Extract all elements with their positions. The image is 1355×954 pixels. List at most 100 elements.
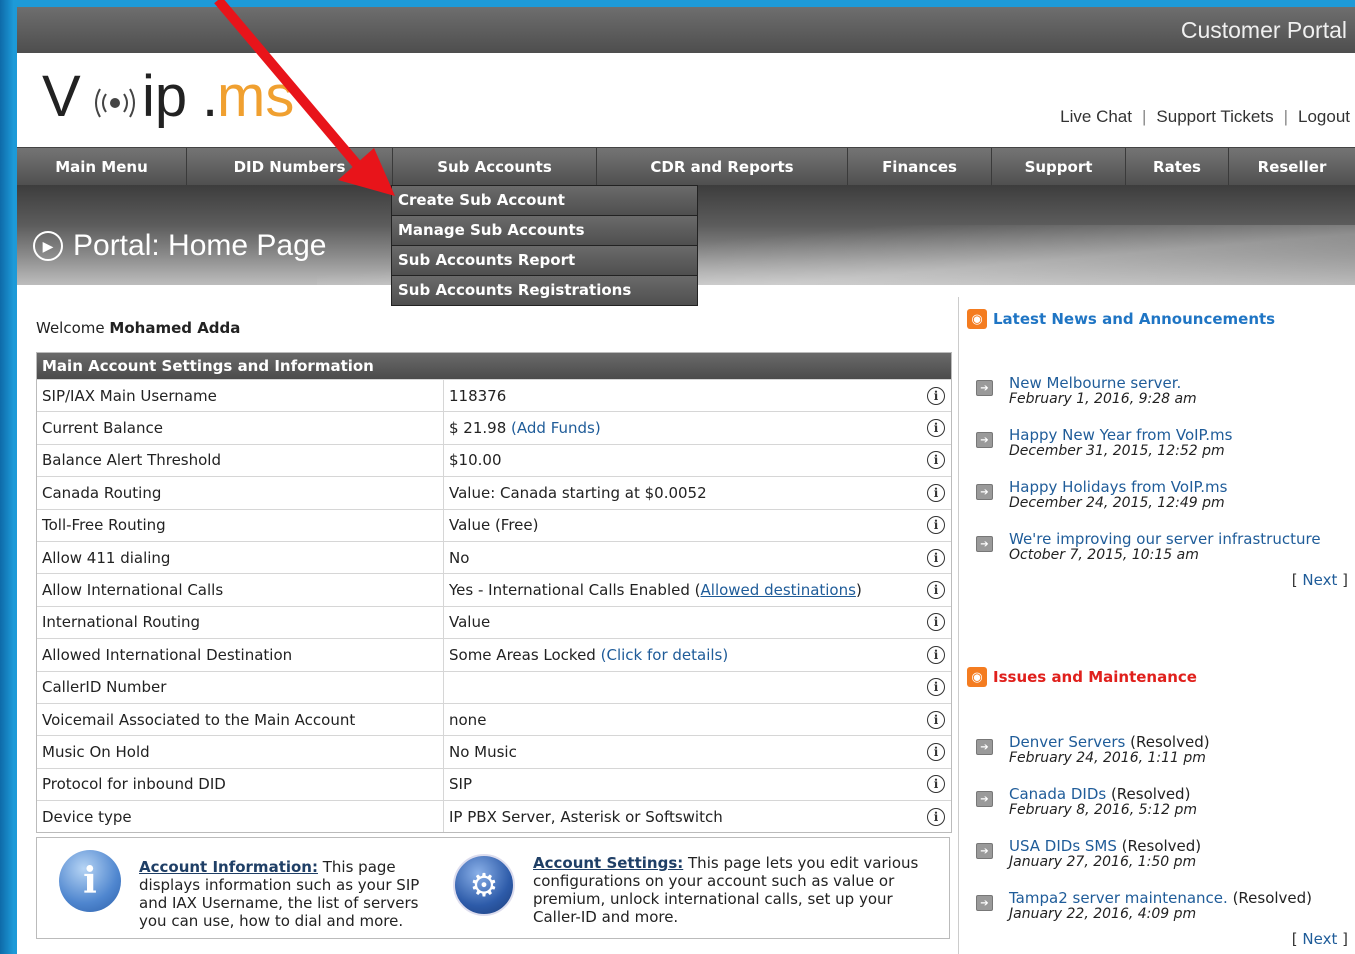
row-label: Device type [37,801,444,833]
rss-icon[interactable]: ◉ [967,309,987,329]
table-row: Protocol for inbound DID SIP i [37,767,951,801]
logo-ip: ip [142,64,188,129]
table-row: Allow International Calls Yes - Internati… [37,573,951,606]
nav-sub-accounts[interactable]: Sub Accounts [393,148,597,185]
row-label: Protocol for inbound DID [37,768,444,801]
main-nav: Main Menu DID Numbers Sub Accounts CDR a… [17,147,1355,186]
row-value: No Music [449,742,517,761]
arrow-right-icon: ➔ [976,843,993,859]
news-heading-text: Latest News and Announcements [993,310,1276,328]
row-label: CallerID Number [37,671,444,703]
news-next-link[interactable]: [ Next ] [1292,571,1348,589]
table-row: Current Balance $ 21.98 (Add Funds) i [37,411,951,444]
logout-link[interactable]: Logout [1298,107,1350,126]
row-label: Allow International Calls [37,574,444,606]
info-icon[interactable]: i [927,645,945,664]
info-icon[interactable]: i [927,775,945,794]
issues-heading-text: Issues and Maintenance [993,668,1197,686]
row-label: Allow 411 dialing [37,541,444,574]
nav-finances[interactable]: Finances [848,148,992,185]
live-chat-link[interactable]: Live Chat [1060,107,1132,126]
top-links: Live Chat | Support Tickets | Logout [1060,107,1350,127]
nav-main-menu[interactable]: Main Menu [17,148,187,185]
logo-ms: ms [217,64,295,129]
issue-status: (Resolved) [1125,733,1210,751]
row-value: $ 21.98 [449,419,507,438]
issues-next-link[interactable]: [ Next ] [1292,930,1348,948]
nav-reseller[interactable]: Reseller [1229,148,1355,185]
info-icon[interactable]: i [927,386,945,405]
play-circle-icon: ▶ [33,231,63,261]
row-link[interactable]: Allowed destinations [701,581,856,599]
info-circle-icon: i [59,850,121,912]
news-date: December 24, 2015, 12:49 pm [1009,495,1225,511]
nav-rates[interactable]: Rates [1126,148,1229,185]
account-settings-link[interactable]: Account Settings: [533,854,683,872]
menu-item-sub-accounts-report[interactable]: Sub Accounts Report [392,246,697,276]
news-title-link[interactable]: Happy Holidays from VoIP.ms [1009,478,1227,496]
info-icon[interactable]: i [927,613,945,632]
row-label: Current Balance [37,412,444,444]
issue-date: February 24, 2016, 1:11 pm [1009,750,1206,766]
row-link[interactable]: (Add Funds) [511,419,601,437]
rss-icon[interactable]: ◉ [967,667,987,687]
table-row: Canada Routing Value: Canada starting at … [37,476,951,509]
issue-title: Tampa2 server maintenance. (Resolved) [1009,889,1312,907]
row-value: No [449,548,470,567]
row-value-cell: $ 21.98 (Add Funds) [444,419,927,437]
info-icon[interactable]: i [927,548,945,567]
menu-item-manage-sub-accounts[interactable]: Manage Sub Accounts [392,216,697,246]
menu-item-sub-accounts-registrations[interactable]: Sub Accounts Registrations [392,276,697,305]
issue-title-link[interactable]: Canada DIDs [1009,785,1106,803]
info-icon[interactable]: i [927,710,945,729]
row-label: Allowed International Destination [37,639,444,671]
info-icon[interactable]: i [927,516,945,535]
welcome-message: Welcome Mohamed Adda [36,319,240,337]
arrow-right-icon: ➔ [976,432,993,448]
row-link[interactable]: (Click for details) [601,646,729,664]
nav-cdr-and-reports[interactable]: CDR and Reports [597,148,848,185]
page: Customer Portal V ip . ms Live Chat | Supp… [17,7,1355,954]
row-value: Yes - International Calls Enabled [449,581,690,600]
arrow-right-icon: ➔ [976,536,993,552]
row-label: Toll-Free Routing [37,509,444,541]
table-row: SIP/IAX Main Username 118376 i [37,379,951,412]
info-icon[interactable]: i [927,483,945,502]
issue-title-link[interactable]: Tampa2 server maintenance. [1009,889,1228,907]
row-value: SIP [449,775,472,794]
voipms-logo[interactable]: V ip . ms [42,64,342,131]
info-icon[interactable]: i [927,742,945,761]
top-bar: Customer Portal [17,7,1355,53]
info-icon[interactable]: i [927,678,945,697]
nav-support[interactable]: Support [992,148,1126,185]
row-value: Value: Canada starting at $0.0052 [449,483,707,502]
issues-next-label: Next [1302,930,1338,948]
issue-title-link[interactable]: USA DIDs SMS [1009,837,1117,855]
row-value-cell: $10.00 [444,451,927,469]
issue-title: Denver Servers (Resolved) [1009,733,1210,751]
info-icon[interactable]: i [927,807,945,826]
info-icon[interactable]: i [927,581,945,600]
account-settings-box: Account Settings: This page lets you edi… [533,854,938,926]
row-label: Voicemail Associated to the Main Account [37,703,444,736]
news-title-link[interactable]: New Melbourne server. [1009,374,1181,392]
nav-did-numbers[interactable]: DID Numbers [187,148,393,185]
menu-item-create-sub-account[interactable]: Create Sub Account [392,186,697,216]
account-information-link[interactable]: Account Information: [139,858,318,876]
news-next-label: Next [1302,571,1338,589]
info-icon[interactable]: i [927,451,945,470]
right-column: ◉ Latest News and Announcements ➔ New Mel… [958,297,1355,954]
table-heading: Main Account Settings and Information [37,353,951,379]
issue-title-link[interactable]: Denver Servers [1009,733,1125,751]
news-title-link[interactable]: We're improving our server infrastructur… [1009,530,1321,548]
table-row: Voicemail Associated to the Main Account… [37,702,951,736]
issues-heading: ◉ Issues and Maintenance [967,667,1197,687]
row-value-cell: Value (Free) [444,516,927,534]
row-value: 118376 [449,386,507,405]
support-tickets-link[interactable]: Support Tickets [1156,107,1273,126]
table-row: Toll-Free Routing Value (Free) i [37,508,951,541]
news-title-link[interactable]: Happy New Year from VoIP.ms [1009,426,1232,444]
row-value-cell: No Music [444,743,927,761]
row-value-cell: IP PBX Server, Asterisk or Softswitch [444,808,927,826]
info-icon[interactable]: i [927,419,945,438]
